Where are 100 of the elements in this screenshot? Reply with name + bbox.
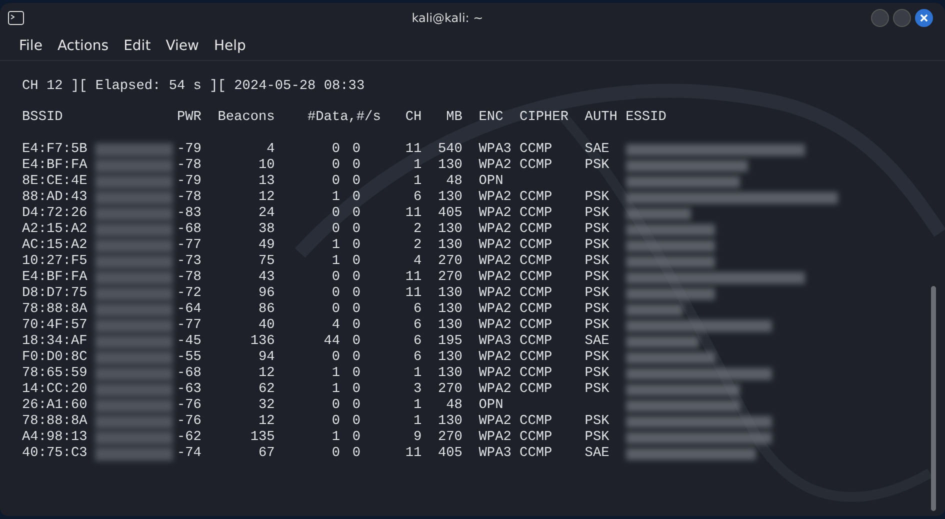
table-cell-text: PSK (584, 430, 610, 446)
column-header: BSSID (22, 110, 64, 126)
minimize-button[interactable] (871, 9, 889, 27)
table-cell-text: 0 (330, 414, 340, 430)
table-cell-text: CCMP (520, 190, 554, 206)
table-cell-text: 2 (412, 238, 422, 254)
table-cell-text: 0 (351, 334, 360, 350)
table-cell-text: 44 (322, 334, 340, 350)
table-cell-text: 270 (436, 430, 462, 446)
table-cell-text: 86 (258, 302, 275, 318)
table-cell: WPA2 (478, 414, 512, 430)
table-cell-text: 0 (330, 158, 340, 174)
column-header: CIPHER (520, 110, 568, 126)
table-cell-text: 0 (351, 398, 360, 414)
table-cell-text: 0 (330, 398, 340, 414)
table-cell-text: 0 (351, 222, 360, 238)
table-cell-text: CCMP (520, 222, 554, 238)
table-cell-text: 6 (412, 318, 422, 334)
table-cell-text: CCMP (520, 430, 554, 446)
table-cell-text: 0 (351, 174, 360, 190)
table-cell-text: 67 (258, 446, 275, 462)
table-cell: -78 (176, 158, 202, 174)
table-cell: -63 (176, 382, 202, 398)
bssid-cell: 18:34:AF (22, 334, 88, 350)
table-cell-text: 11 (404, 270, 422, 286)
table-cell-text: 3 (412, 382, 422, 398)
bssid-cell: 70:4F:57 (22, 318, 88, 334)
column-header: Beacons (216, 110, 275, 126)
table-cell-text: 11 (404, 446, 422, 462)
table-cell-text: 0 (351, 238, 360, 254)
bssid-cell: E4:BF:FA (22, 270, 88, 286)
table-cell-text: 0 (351, 206, 360, 222)
table-cell-text: 0 (351, 158, 360, 174)
bssid-cell: E4:BF:FA (22, 158, 88, 174)
bssid-cell: 78:88:8A (22, 302, 88, 318)
table-cell: WPA3 (478, 446, 512, 462)
table-cell-text: 0 (330, 270, 340, 286)
bssid-cell: 8E:CE:4E (22, 174, 88, 190)
table-cell: -79 (176, 142, 202, 158)
table-cell-text: 0 (330, 350, 340, 366)
table-cell-text: 0 (351, 302, 360, 318)
table-cell-text: 130 (436, 158, 462, 174)
table-cell-text: PSK (584, 366, 610, 382)
table-cell: -62 (176, 430, 202, 446)
table-cell: -64 (176, 302, 202, 318)
table-cell-text: 40 (258, 318, 275, 334)
table-cell-text: 1 (412, 366, 422, 382)
table-cell-text: 0 (351, 318, 360, 334)
status-line: CH 12 ][ Elapsed: 54 s ][ 2024-05-28 08:33 (22, 79, 365, 95)
table-cell: WPA2 (478, 270, 512, 286)
table-cell-text: 6 (412, 334, 422, 350)
table-cell-text: 1 (412, 174, 422, 190)
table-cell-text: CCMP (520, 286, 554, 302)
table-cell-text: CCMP (520, 350, 554, 366)
menu-item[interactable]: Help (214, 36, 246, 57)
table-cell-text: SAE (584, 142, 610, 158)
bssid-cell: D4:72:26 (22, 206, 88, 222)
redacted-blur (626, 208, 691, 220)
table-cell-text: 0 (330, 174, 340, 190)
table-cell-text: 10 (258, 158, 275, 174)
table-cell-text: 136 (249, 334, 275, 350)
table-cell: WPA3 (478, 142, 512, 158)
table-cell: -76 (176, 414, 202, 430)
terminal-icon (8, 11, 24, 25)
table-cell-text: 75 (258, 254, 275, 270)
table-cell-text: 0 (351, 446, 360, 462)
bssid-cell: 78:88:8A (22, 414, 88, 430)
table-cell-text: 49 (258, 238, 275, 254)
table-cell: WPA2 (478, 254, 512, 270)
table-cell-text: 12 (258, 414, 275, 430)
table-cell-text: 0 (330, 302, 340, 318)
table-cell-text: 130 (436, 350, 462, 366)
menu-item[interactable]: File (19, 36, 42, 57)
table-cell: -76 (176, 398, 202, 414)
menu-item[interactable]: View (166, 36, 199, 57)
menu-item[interactable]: Actions (57, 36, 109, 57)
table-cell-text: CCMP (520, 238, 554, 254)
table-cell: WPA2 (478, 366, 512, 382)
table-cell: -74 (176, 446, 202, 462)
bssid-cell: AC:15:A2 (22, 238, 88, 254)
table-cell-text: 1 (412, 414, 422, 430)
table-cell-text: 11 (404, 142, 422, 158)
table-cell-text: CCMP (520, 142, 554, 158)
table-cell-text: CCMP (520, 414, 554, 430)
menu-item[interactable]: Edit (124, 36, 151, 57)
close-button[interactable] (915, 9, 933, 27)
scrollbar[interactable] (931, 286, 936, 511)
table-cell-text: 195 (436, 334, 462, 350)
column-header: ENC (478, 110, 504, 126)
table-cell-text: 1 (330, 382, 340, 398)
bssid-cell: A2:15:A2 (22, 222, 88, 238)
table-cell-text: 0 (330, 446, 340, 462)
table-cell-text: 32 (258, 398, 275, 414)
table-cell-text: PSK (584, 302, 610, 318)
table-cell: -83 (176, 206, 202, 222)
table-cell-text: 11 (404, 286, 422, 302)
table-cell-text: CCMP (520, 302, 554, 318)
redacted-blur (626, 304, 683, 316)
bssid-cell: 78:65:59 (22, 366, 88, 382)
table-cell-text: CCMP (520, 206, 554, 222)
